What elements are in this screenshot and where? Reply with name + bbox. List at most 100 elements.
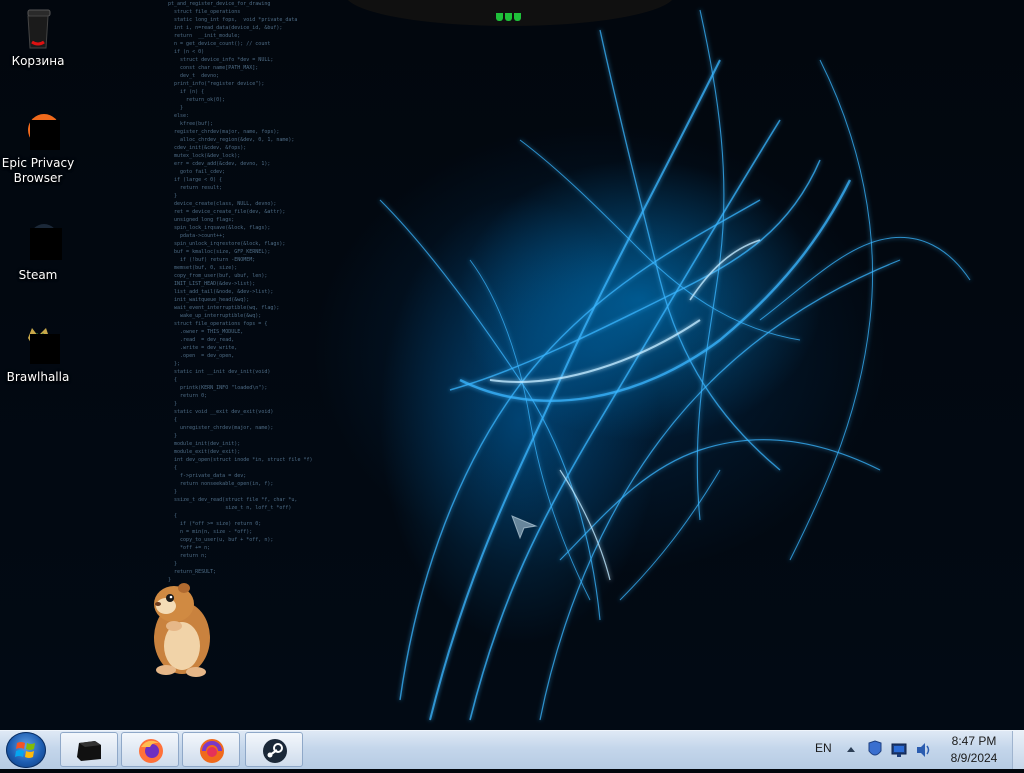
code-line: .write = dev_write,	[168, 345, 238, 351]
code-line: return 0;	[168, 393, 208, 399]
firefox-icon	[139, 739, 163, 763]
code-line: {	[168, 465, 178, 471]
code-line: if (n) {	[168, 89, 205, 95]
code-line: err = cdev_add(&cdev, devno, 1);	[168, 161, 271, 167]
desktop-icon-brawlhalla[interactable]: Brawlhalla	[0, 322, 76, 385]
code-line: kfree(buf);	[168, 121, 214, 127]
code-line: copy_to_user(u, buf + *off, n);	[168, 537, 274, 543]
hamster-desktop-pet[interactable]	[136, 578, 218, 684]
code-line: ssize_t dev_read(struct file *f, char *u…	[168, 497, 298, 503]
code-line: static int __init dev_init(void)	[168, 369, 271, 375]
code-line: register_chrdev(major, name, fops);	[168, 129, 280, 135]
code-line: if (n < 0)	[168, 49, 205, 55]
code-line: if (large < 0) {	[168, 177, 223, 183]
code-line: alloc_chrdev_region(&dev, 0, 1, name);	[168, 137, 295, 143]
code-line: {	[168, 377, 178, 383]
steam-icon	[16, 220, 62, 264]
epic-browser-icon	[16, 108, 60, 152]
desktop-icon-label: Brawlhalla	[6, 370, 70, 384]
black-window-icon	[77, 741, 101, 761]
code-line: static void __exit dev_exit(void)	[168, 409, 274, 415]
code-line: pdata->count++;	[168, 233, 226, 239]
code-line: spin_unlock_irqrestore(&lock, flags);	[168, 241, 286, 247]
code-line: printk(KERN_INFO "loaded\n");	[168, 385, 268, 391]
code-line: n = min(n, size - *off);	[168, 529, 253, 535]
shield-icon[interactable]	[866, 731, 884, 769]
network-icon[interactable]	[890, 731, 908, 769]
taskbar-button-terminal[interactable]	[60, 732, 118, 767]
code-line: list_add_tail(&node, &dev->list);	[168, 289, 274, 295]
taskbar-button-epic[interactable]	[182, 732, 240, 767]
code-line: int dev_open(struct inode *in, struct fi…	[168, 457, 313, 463]
desktop-icon-steam[interactable]: Steam	[0, 220, 76, 283]
code-line: module_init(dev_init);	[168, 441, 241, 447]
speaker-icon[interactable]	[914, 731, 932, 769]
code-line: device_create(class, NULL, devno);	[168, 201, 277, 207]
code-line: return result;	[168, 185, 223, 191]
code-line: .owner = THIS_MODULE,	[168, 329, 244, 335]
code-line: module_exit(dev_exit);	[168, 449, 241, 455]
code-line: INIT_LIST_HEAD(&dev->list);	[168, 281, 256, 287]
code-line: }	[168, 401, 178, 407]
show-desktop-button[interactable]	[1012, 731, 1024, 769]
taskbar-button-steam[interactable]	[245, 732, 303, 767]
code-line: return __init_module;	[168, 33, 241, 39]
code-line: .read = dev_read,	[168, 337, 235, 343]
code-line: {	[168, 513, 178, 519]
code-line: return n;	[168, 553, 208, 559]
code-line: goto fail_cdev;	[168, 169, 226, 175]
code-line: int i, n=read_data(device_id, &buf);	[168, 25, 283, 31]
notch-indicator-icon	[496, 6, 526, 21]
code-line: dev_t devno;	[168, 73, 220, 79]
code-line: if (!buf) return -ENOMEM;	[168, 257, 256, 263]
show-hidden-icons-chevron[interactable]	[846, 731, 856, 769]
code-line: static long_int fops, void *private_data	[168, 17, 298, 23]
mouse-cursor-icon	[510, 514, 538, 544]
desktop-icon-epic-privacy-browser[interactable]: Epic Privacy Browser	[0, 108, 76, 186]
code-line: }	[168, 105, 184, 111]
code-line: init_waitqueue_head(&wq);	[168, 297, 250, 303]
code-line: if (*off >= size) return 0;	[168, 521, 262, 527]
code-line: const char name[PATH_MAX];	[168, 65, 259, 71]
code-line: };	[168, 361, 181, 367]
code-line: f->private_data = dev;	[168, 473, 247, 479]
code-line: n = get_device_count(); // count	[168, 41, 271, 47]
steam-icon	[263, 739, 287, 763]
clock-time: 8:47 PM	[951, 734, 997, 748]
code-line: else:	[168, 113, 190, 119]
desktop-icon-recycle-bin[interactable]: Корзина	[0, 6, 76, 69]
code-line: struct file_operations	[168, 9, 241, 15]
code-line: }	[168, 489, 178, 495]
desktop-icon-label: Epic Privacy Browser	[1, 156, 75, 185]
desktop-icon-label: Steam	[18, 268, 58, 282]
code-line: buf = kmalloc(size, GFP_KERNEL);	[168, 249, 271, 255]
language-indicator[interactable]: EN	[815, 741, 832, 755]
brawlhalla-icon	[16, 322, 60, 366]
desktop-icon-label: Корзина	[11, 54, 65, 68]
code-line: copy_from_user(buf, ubuf, len);	[168, 273, 268, 279]
code-line: wake_up_interruptible(&wq);	[168, 313, 262, 319]
system-clock[interactable]: 8:47 PM 8/9/2024	[944, 733, 1004, 767]
recycle-bin-icon	[16, 6, 60, 50]
code-line: }	[168, 433, 178, 439]
code-line: {	[168, 417, 178, 423]
code-line: wait_event_interruptible(wq, flag);	[168, 305, 280, 311]
taskbar-button-firefox[interactable]	[121, 732, 179, 767]
code-line: mutex_lock(&dev_lock);	[168, 153, 241, 159]
taskbar: EN 8:47 PM 8/9/2024	[0, 730, 1024, 769]
code-line: struct device_info *dev = NULL;	[168, 57, 274, 63]
code-line: unsigned long flags;	[168, 217, 235, 223]
code-line: return_RESULT;	[168, 569, 217, 575]
code-line: *off += n;	[168, 545, 211, 551]
code-line: size_t n, loff_t *off)	[168, 505, 292, 511]
code-line: ret = device_create_file(dev, &attr);	[168, 209, 286, 215]
code-line: struct file_operations fops = {	[168, 321, 268, 327]
code-line: memset(buf, 0, size);	[168, 265, 238, 271]
code-line: return_ok(0);	[168, 97, 226, 103]
code-line: spin_lock_irqsave(&lock, flags);	[168, 225, 271, 231]
epic-browser-icon	[200, 739, 224, 763]
code-line: .open = dev_open,	[168, 353, 235, 359]
windows-orb-icon[interactable]	[6, 732, 46, 768]
code-line: }	[168, 561, 178, 567]
clock-date: 8/9/2024	[950, 751, 998, 765]
